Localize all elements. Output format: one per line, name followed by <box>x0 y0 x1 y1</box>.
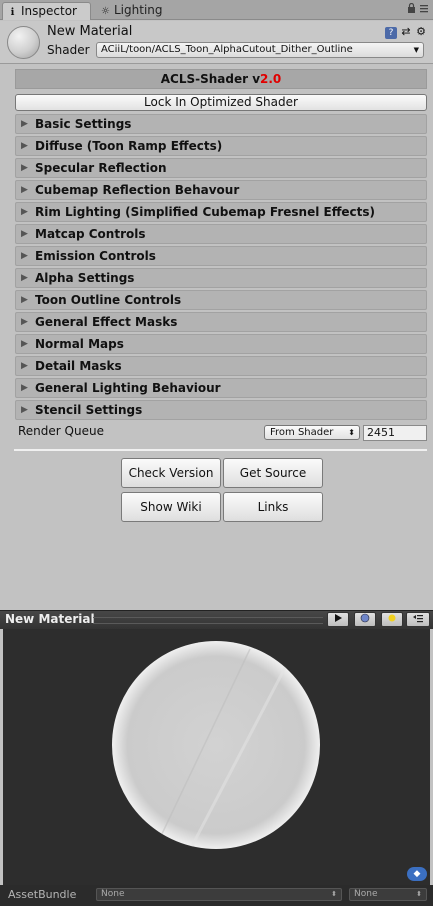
asset-bundle-bar: AssetBundle None ⬍ None ⬍ <box>0 885 433 906</box>
material-title: New Material <box>47 24 133 39</box>
tag-icon[interactable]: ◆ <box>407 867 427 881</box>
show-wiki-button[interactable]: Show Wiki <box>121 492 221 522</box>
render-queue-mode-select[interactable]: From Shader ⬍ <box>264 425 360 440</box>
foldout-section[interactable]: ▶ Toon Outline Controls <box>15 290 427 310</box>
preview-menu-icon[interactable] <box>406 612 430 627</box>
asset-bundle-variant-value: None <box>354 889 378 899</box>
shader-dropdown[interactable]: ACiiL/toon/ACLS_Toon_AlphaCutout_Dither_… <box>96 42 424 58</box>
shader-label: Shader <box>47 43 90 57</box>
foldout-section[interactable]: ▶ Matcap Controls <box>15 224 427 244</box>
check-version-button[interactable]: Check Version <box>121 458 221 488</box>
info-icon: ℹ <box>10 7 15 18</box>
foldout-section-label: Normal Maps <box>35 337 124 351</box>
shader-version: 2.0 <box>260 72 282 86</box>
foldout-section[interactable]: ▶ General Effect Masks <box>15 312 427 332</box>
asset-bundle-name-value: None <box>101 889 125 899</box>
preview-toolbar: New Material <box>0 610 433 629</box>
foldout-section-label: General Lighting Behaviour <box>35 381 221 395</box>
foldout-section-label: Toon Outline Controls <box>35 293 182 307</box>
tab-lighting-label: Lighting <box>114 3 163 17</box>
preview-sphere-icon[interactable] <box>354 612 376 627</box>
shader-title-bar: ACLS-Shader v2.0 <box>15 69 427 89</box>
dropdown-arrow-icon: ▼ <box>413 46 419 54</box>
foldout-section-label: Specular Reflection <box>35 161 167 175</box>
lock-icon[interactable] <box>407 2 416 13</box>
asset-bundle-label: AssetBundle <box>8 888 77 901</box>
foldout-section[interactable]: ▶ Detail Masks <box>15 356 427 376</box>
foldout-section-label: Matcap Controls <box>35 227 146 241</box>
preview-light-icon[interactable] <box>381 612 403 627</box>
tab-bar-controls <box>407 2 429 16</box>
foldout-section[interactable]: ▶ Rim Lighting (Simplified Cubemap Fresne… <box>15 202 427 222</box>
foldout-arrow-icon: ▶ <box>21 317 28 327</box>
foldout-section-label: Detail Masks <box>35 359 122 373</box>
lighting-icon: ☼ <box>101 6 110 17</box>
header-icons: ? ⇄ ⚙ <box>382 25 427 39</box>
material-preview[interactable]: ◆ <box>3 629 430 885</box>
foldout-section[interactable]: ▶ Basic Settings <box>15 114 427 134</box>
foldout-arrow-icon: ▶ <box>21 383 28 393</box>
render-queue-value-field[interactable]: 2451 <box>363 425 427 441</box>
tab-lighting[interactable]: ☼ Lighting <box>96 2 186 20</box>
render-queue-label: Render Queue <box>18 424 104 438</box>
asset-bundle-variant-dropdown[interactable]: None ⬍ <box>349 888 427 901</box>
foldout-section[interactable]: ▶ Diffuse (Toon Ramp Effects) <box>15 136 427 156</box>
foldout-arrow-icon: ▶ <box>21 251 28 261</box>
foldout-arrow-icon: ▶ <box>21 141 28 151</box>
foldout-section[interactable]: ▶ Cubemap Reflection Behavour <box>15 180 427 200</box>
render-queue-mode-value: From Shader <box>270 427 334 438</box>
foldout-arrow-icon: ▶ <box>21 295 28 305</box>
settings-gear-icon[interactable]: ⚙ <box>415 25 427 38</box>
tab-inspector-label: Inspector <box>21 4 77 18</box>
dropdown-arrow-icon: ⬍ <box>416 890 422 898</box>
shader-dropdown-value: ACiiL/toon/ACLS_Toon_AlphaCutout_Dither_… <box>101 44 353 55</box>
foldout-arrow-icon: ▶ <box>21 339 28 349</box>
play-icon[interactable] <box>327 612 349 627</box>
help-book-icon[interactable]: ? <box>385 27 397 39</box>
divider <box>14 449 427 451</box>
preset-icon[interactable]: ⇄ <box>400 25 412 38</box>
select-arrow-icon: ⬍ <box>348 428 355 437</box>
foldout-arrow-icon: ▶ <box>21 119 28 129</box>
foldout-arrow-icon: ▶ <box>21 207 28 217</box>
asset-bundle-name-dropdown[interactable]: None ⬍ <box>96 888 342 901</box>
foldout-section[interactable]: ▶ Stencil Settings <box>15 400 427 420</box>
foldout-section[interactable]: ▶ Normal Maps <box>15 334 427 354</box>
panel-menu-icon[interactable] <box>419 3 429 13</box>
preview-resize-grip[interactable] <box>93 617 323 624</box>
foldout-arrow-icon: ▶ <box>21 229 28 239</box>
links-button[interactable]: Links <box>223 492 323 522</box>
foldout-arrow-icon: ▶ <box>21 405 28 415</box>
foldout-section[interactable]: ▶ General Lighting Behaviour <box>15 378 427 398</box>
get-source-button[interactable]: Get Source <box>223 458 323 488</box>
foldout-section-label: Cubemap Reflection Behavour <box>35 183 240 197</box>
foldout-arrow-icon: ▶ <box>21 163 28 173</box>
foldout-arrow-icon: ▶ <box>21 361 28 371</box>
foldout-section[interactable]: ▶ Specular Reflection <box>15 158 427 178</box>
foldout-section-label: Alpha Settings <box>35 271 135 285</box>
foldout-arrow-icon: ▶ <box>21 273 28 283</box>
material-header: New Material ? ⇄ ⚙ Shader ACiiL/toon/ACLS_… <box>0 21 433 64</box>
foldout-section-label: Emission Controls <box>35 249 156 263</box>
foldout-section-label: General Effect Masks <box>35 315 178 329</box>
foldout-section[interactable]: ▶ Alpha Settings <box>15 268 427 288</box>
foldout-section-label: Diffuse (Toon Ramp Effects) <box>35 139 223 153</box>
lock-in-optimized-shader-button[interactable]: Lock In Optimized Shader <box>15 94 427 111</box>
material-thumbnail <box>7 26 40 59</box>
preview-title: New Material <box>5 612 95 626</box>
tab-inspector[interactable]: ℹ Inspector <box>2 2 91 20</box>
foldout-section-label: Rim Lighting (Simplified Cubemap Fresnel… <box>35 205 376 219</box>
material-sphere-preview <box>112 641 320 849</box>
foldout-section[interactable]: ▶ Emission Controls <box>15 246 427 266</box>
foldout-arrow-icon: ▶ <box>21 185 28 195</box>
foldout-section-label: Stencil Settings <box>35 403 143 417</box>
dropdown-arrow-icon: ⬍ <box>331 890 337 898</box>
shader-title: ACLS-Shader v <box>160 72 261 86</box>
foldout-section-label: Basic Settings <box>35 117 132 131</box>
tab-bar: ℹ Inspector ☼ Lighting <box>0 0 433 20</box>
